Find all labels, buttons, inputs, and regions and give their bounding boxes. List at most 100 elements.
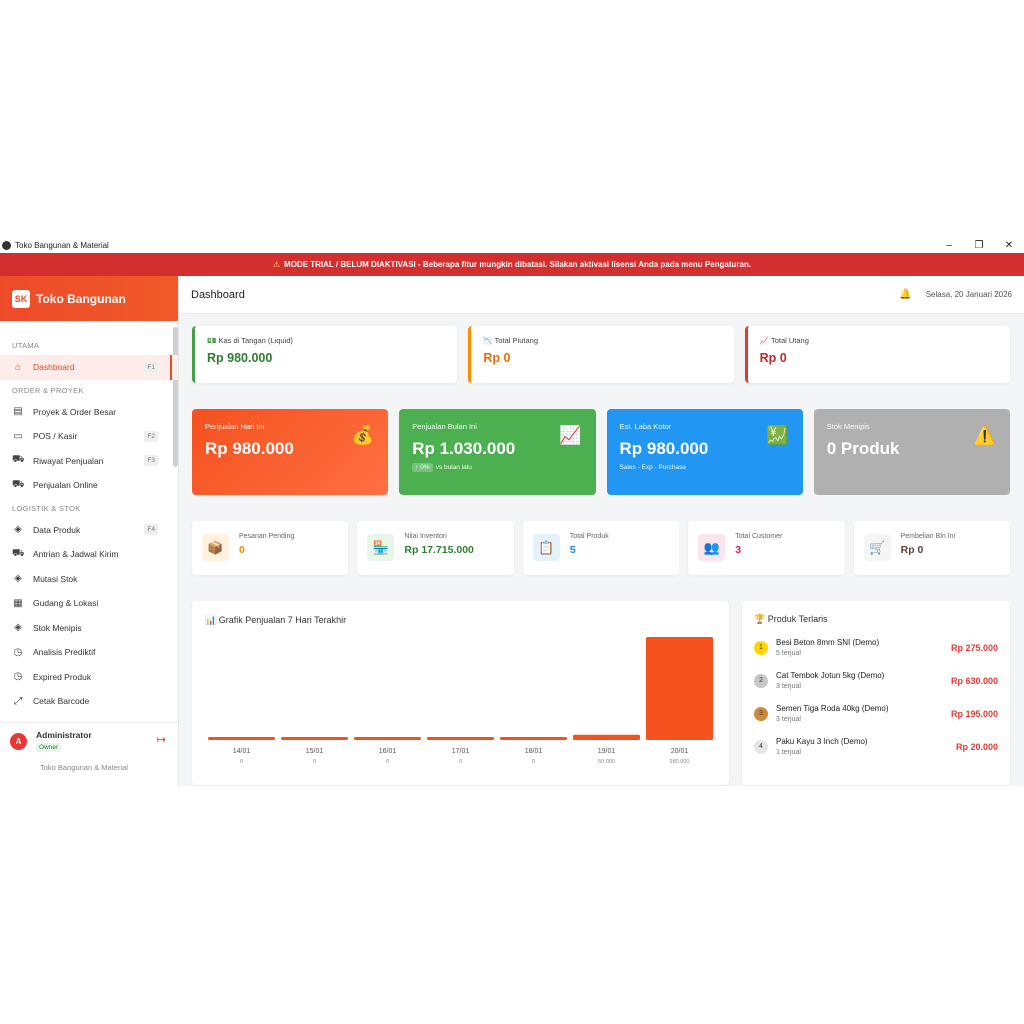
mini-card-icon: 📦 [202, 534, 229, 561]
finance-card[interactable]: 📉 Total Piutang Rp 0 [468, 326, 734, 383]
top-products-card: 🏆 Produk Terlaris 1 Besi Beton 8mm SNI (D… [742, 601, 1010, 785]
mini-card-label: Nilai Inventori [404, 533, 447, 540]
main-area: Dashboard 🔔 Selasa, 20 Januari 2026 💵 Ka… [179, 276, 1024, 786]
close-button[interactable]: ✕ [994, 240, 1024, 251]
shortcut-badge: F1 [144, 361, 158, 373]
chart-bar[interactable] [281, 737, 348, 740]
brand-name: Toko Bangunan [36, 291, 126, 306]
chart-bar[interactable] [208, 737, 275, 740]
sidebar-item-penjualan-online[interactable]: ⛟ Penjualan Online [0, 473, 178, 498]
sidebar: SK Toko Bangunan UTAMA ⌂ Dashboard F1 ORDER … [0, 276, 179, 786]
mini-card-label: Pesanan Pending [239, 533, 295, 540]
expired-produk-icon: ◷ [13, 671, 23, 683]
chart-bar[interactable] [573, 734, 640, 740]
sidebar-item-label: Riwayat Penjualan [33, 455, 104, 466]
mini-card-value: Rp 17.715.000 [404, 544, 474, 556]
stat-card-label: Stok Menipis [826, 422, 870, 431]
sidebar-item-cetak-barcode[interactable]: ⤢ Cetak Barcode [0, 689, 178, 714]
chart-bar[interactable] [427, 737, 494, 740]
mini-card-text: Pembelian Bln Ini Rp 0 [901, 531, 955, 565]
stat-card[interactable]: Penjualan Hari Ini Rp 980.000 💰 [192, 409, 389, 495]
stat-card[interactable]: Stok Menipis 0 Produk ⚠️ [813, 409, 1010, 495]
sidebar-item-label: Data Produk [33, 524, 81, 535]
window-title: Toko Bangunan & Material [15, 240, 109, 250]
chart-category-label: 14/01 [233, 748, 251, 755]
mini-card[interactable]: 🛒 Pembelian Bln Ini Rp 0 [853, 521, 1011, 575]
user-panel: A Administrator Owner ↦ Toko Bangunan & … [0, 722, 178, 786]
mini-card[interactable]: 👥 Total Customer 3 [688, 521, 845, 575]
logout-icon[interactable]: ↦ [157, 733, 166, 746]
mini-card-label: Pembelian Bln Ini [900, 533, 956, 540]
brand-logo: SK [12, 289, 30, 308]
product-name: Paku Kayu 3 Inch (Demo) [776, 737, 868, 746]
stat-card-value: Rp 1.030.000 [412, 439, 516, 458]
mini-card-text: Nilai Inventori Rp 17.715.000 [404, 531, 473, 565]
stat-card-icon: 📈 [559, 425, 582, 445]
stat-card[interactable]: Penjualan Bulan Ini Rp 1.030.000 📈 ↑ 0% vs b… [399, 409, 596, 495]
list-item[interactable]: 4 Paku Kayu 3 Inch (Demo) 1 terjual Rp 20.0… [754, 730, 998, 763]
list-item[interactable]: 3 Semen Tiga Roda 40kg (Demo) 3 terjual Rp … [754, 697, 998, 730]
stat-card-label: Penjualan Hari Ini [205, 422, 265, 431]
rank-badge: 1 [754, 640, 768, 655]
mini-card-label: Total Customer [735, 533, 783, 540]
chart-bar[interactable] [646, 637, 713, 740]
finance-card-value: Rp 0 [759, 351, 787, 365]
chart-value-label: 0 [313, 759, 316, 765]
mutasi-stok-icon: ◈ [14, 573, 22, 585]
chart-bar[interactable] [354, 737, 421, 740]
chart-value-label: 0 [532, 759, 535, 765]
avatar[interactable]: A [10, 733, 27, 750]
maximize-button[interactable]: ❐ [964, 240, 994, 251]
sidebar-item-expired-produk[interactable]: ◷ Expired Produk [0, 665, 178, 690]
product-info: Besi Beton 8mm SNI (Demo) 5 terjual [776, 638, 879, 657]
brand[interactable]: SK Toko Bangunan [0, 276, 178, 321]
sidebar-item-pos-kasir[interactable]: ▭ POS / Kasir F2 [0, 424, 178, 449]
sidebar-item-gudang-lokasi[interactable]: ▦ Gudang & Lokasi [0, 591, 178, 616]
gudang-lokasi-icon: ▦ [13, 597, 23, 609]
sales-chart-card: 📊 Grafik Penjualan 7 Hari Terakhir 14/01… [192, 601, 729, 785]
shortcut-badge: F2 [144, 430, 158, 442]
proyek-order-besar-icon: ▤ [13, 406, 23, 418]
product-info: Semen Tiga Roda 40kg (Demo) 3 terjual [776, 704, 889, 723]
sidebar-item-dashboard[interactable]: ⌂ Dashboard F1 [0, 355, 178, 380]
top-products-list: 1 Besi Beton 8mm SNI (Demo) 5 terjual Rp 27… [754, 631, 998, 763]
chart-bar[interactable] [500, 737, 567, 740]
minimize-button[interactable]: – [934, 240, 964, 251]
sidebar-item-label: Penjualan Online [33, 480, 98, 491]
rank-badge: 2 [754, 673, 768, 688]
stat-card-sub-text: Sales - Exp - Purchase [619, 464, 686, 471]
list-item[interactable]: 2 Cat Tembok Jotun 5kg (Demo) 3 terjual Rp … [754, 664, 998, 697]
sidebar-item-label: Cetak Barcode [33, 696, 90, 707]
sidebar-item-proyek-order-besar[interactable]: ▤ Proyek & Order Besar [0, 400, 178, 425]
analisis-prediktif-icon: ◷ [13, 646, 23, 658]
finance-card[interactable]: 💵 Kas di Tangan (Liquid) Rp 980.000 [192, 326, 458, 383]
product-sold: 1 terjual [776, 749, 801, 756]
product-name: Cat Tembok Jotun 5kg (Demo) [776, 671, 885, 680]
bell-icon[interactable]: 🔔 [899, 289, 911, 300]
list-item[interactable]: 1 Besi Beton 8mm SNI (Demo) 5 terjual Rp 27… [754, 631, 998, 664]
sidebar-item-analisis-prediktif[interactable]: ◷ Analisis Prediktif [0, 640, 178, 665]
sidebar-item-stok-menipis[interactable]: ◈ Stok Menipis [0, 616, 178, 641]
shortcut-badge: F3 [144, 455, 158, 467]
mini-card[interactable]: 📋 Total Produk 5 [522, 521, 680, 575]
sidebar-item-mutasi-stok[interactable]: ◈ Mutasi Stok [0, 567, 178, 592]
mini-card[interactable]: 📦 Pesanan Pending 0 [192, 521, 349, 575]
sales-chart: 14/01 0 15/01 0 16/01 0 17/01 0 18/01 0 19/01 50.00… [208, 637, 713, 765]
sidebar-item-riwayat-penjualan[interactable]: ⛟ Riwayat Penjualan F3 [0, 449, 178, 474]
finance-card-value: Rp 0 [483, 351, 511, 365]
product-name: Semen Tiga Roda 40kg (Demo) [776, 704, 889, 713]
stat-card-value: 0 Produk [826, 439, 900, 458]
product-price: Rp 630.000 [950, 675, 998, 686]
chart-value-label: 0 [459, 759, 462, 765]
mini-card[interactable]: 🏪 Nilai Inventori Rp 17.715.000 [357, 521, 514, 575]
chart-value-label: 50.000 [598, 759, 615, 765]
data-produk-icon: ◈ [14, 524, 22, 536]
stat-card-label: Penjualan Bulan Ini [412, 422, 477, 431]
mini-card-text: Total Customer 3 [735, 531, 782, 565]
riwayat-penjualan-icon: ⛟ [12, 454, 25, 466]
finance-card[interactable]: 📈 Total Utang Rp 0 [744, 326, 1010, 383]
sidebar-item-data-produk[interactable]: ◈ Data Produk F4 [0, 518, 178, 543]
stat-card[interactable]: Est. Laba Kotor Rp 980.000 💹 Sales - Exp - … [606, 409, 803, 495]
sidebar-item-antrian-jadwal-kirim[interactable]: ⛟ Antrian & Jadwal Kirim [0, 542, 178, 567]
finance-icon: 📈 [759, 336, 769, 345]
